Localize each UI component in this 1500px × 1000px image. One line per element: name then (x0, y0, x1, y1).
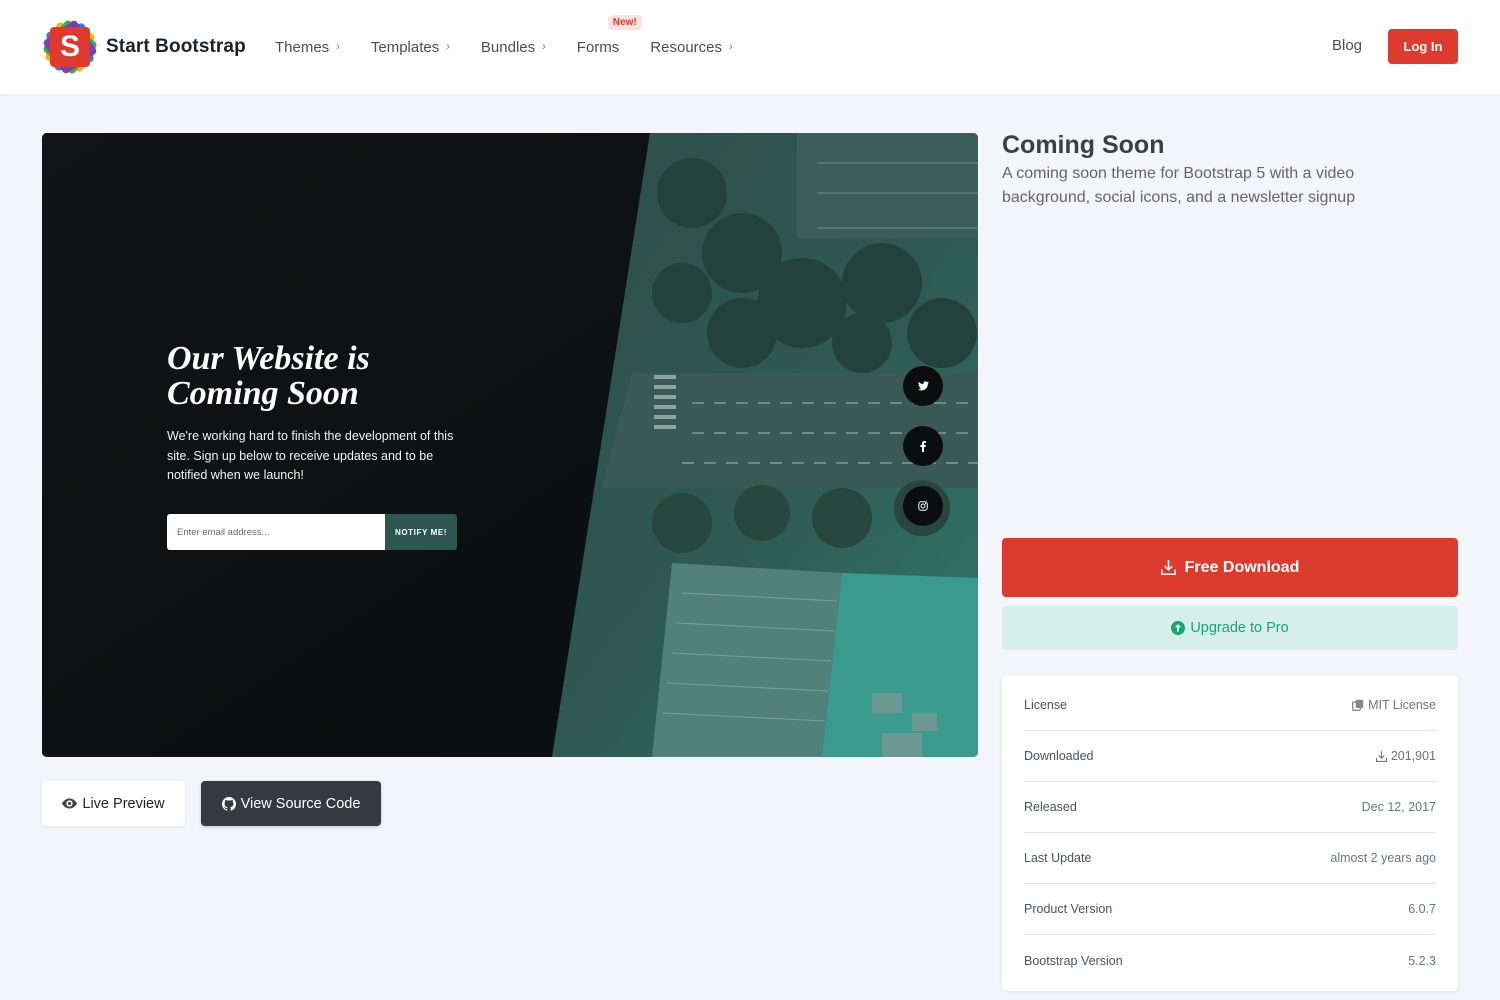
nav-item-forms[interactable]: New! Forms (576, 14, 642, 56)
nav-item-bundles[interactable]: Bundles › (481, 39, 546, 56)
nav-item-themes[interactable]: Themes › (275, 39, 340, 56)
nav-item-label: Forms (576, 38, 620, 56)
twitter-icon (903, 366, 943, 406)
released-value: Dec 12, 2017 (1361, 800, 1436, 814)
info-row-last-update: Last Update almost 2 years ago (1024, 833, 1436, 884)
nav-item-label: Themes (275, 38, 330, 56)
nav-item-label: Templates (370, 38, 440, 56)
chevron-right-icon: › (729, 41, 733, 53)
live-preview-button[interactable]: Live Preview (42, 781, 185, 826)
bootstrap-version-value: 5.2.3 (1408, 953, 1436, 968)
product-description: A coming soon theme for Bootstrap 5 with… (1002, 165, 1356, 206)
brand-logo-letter: S (59, 29, 80, 63)
info-row-product-version: Product Version 6.0.7 (1024, 884, 1436, 935)
nav-item-label: Bundles (480, 38, 536, 56)
chevron-right-icon: › (542, 41, 546, 53)
free-download-label: Free Download (1184, 558, 1300, 576)
theme-preview-image: Our Website is Coming Soon We're working… (42, 133, 978, 757)
info-label: Downloaded (1024, 749, 1094, 763)
upgrade-to-pro-label: Upgrade to Pro (1190, 620, 1289, 636)
nav-item-label: Resources (650, 38, 722, 56)
view-source-label: View Source Code (240, 795, 361, 812)
license-value: MIT License (1368, 698, 1436, 712)
download-icon (1160, 560, 1176, 575)
login-button[interactable]: Log In (1388, 29, 1458, 64)
free-download-button[interactable]: Free Download (1002, 538, 1458, 597)
nav-item-templates[interactable]: Templates › (371, 39, 450, 56)
main-nav: Themes › Templates › Bundles › New! Form… (275, 0, 733, 94)
product-title: Coming Soon (1002, 131, 1165, 159)
new-badge: New! (607, 14, 642, 30)
info-row-released: Released Dec 12, 2017 (1024, 782, 1436, 833)
facebook-icon (903, 426, 943, 466)
nav-item-resources[interactable]: Resources › (650, 39, 732, 56)
arrow-up-circle-icon (1171, 621, 1186, 635)
downloaded-value: 201,901 (1390, 749, 1436, 763)
info-row-license: License MIT License (1024, 680, 1436, 731)
info-row-bootstrap-version: Bootstrap Version 5.2.3 (1024, 935, 1436, 986)
info-value: MIT License (1352, 698, 1436, 712)
info-value: 201,901 (1375, 749, 1436, 763)
download-icon (1375, 750, 1387, 762)
live-preview-label: Live Preview (82, 795, 165, 812)
info-label: License (1024, 698, 1068, 712)
chevron-right-icon: › (336, 41, 340, 53)
license-icon (1352, 699, 1364, 711)
product-info-card: License MIT License Downloaded 201,901 R… (1002, 675, 1458, 991)
preview-email-input (167, 514, 385, 550)
preview-newsletter-form: NOTIFY ME! (167, 514, 457, 550)
view-source-button[interactable]: View Source Code (201, 781, 381, 826)
info-label: Released (1024, 800, 1077, 814)
info-label: Bootstrap Version (1024, 953, 1123, 968)
brand-name: Start Bootstrap (106, 35, 246, 57)
upgrade-to-pro-button[interactable]: Upgrade to Pro (1002, 606, 1458, 650)
info-label: Last Update (1024, 851, 1092, 865)
info-row-downloaded: Downloaded 201,901 (1024, 731, 1436, 782)
last-update-value: almost 2 years ago (1330, 851, 1436, 865)
eye-icon (62, 798, 78, 809)
github-icon (221, 796, 236, 811)
preview-notify-button: NOTIFY ME! (385, 514, 457, 550)
nav-item-blog[interactable]: Blog (1332, 37, 1362, 54)
brand-link[interactable]: S Start Bootstrap (41, 18, 246, 75)
top-navbar: S Start Bootstrap Themes › Templates › B… (0, 0, 1500, 94)
preview-heading: Our Website is Coming Soon (167, 340, 370, 412)
info-label: Product Version (1024, 902, 1113, 916)
preview-text: We're working hard to finish the develop… (167, 429, 454, 482)
chevron-right-icon: › (446, 41, 450, 53)
brand-logo-icon: S (41, 18, 99, 75)
instagram-icon (903, 486, 943, 526)
product-version-value: 6.0.7 (1408, 902, 1436, 916)
